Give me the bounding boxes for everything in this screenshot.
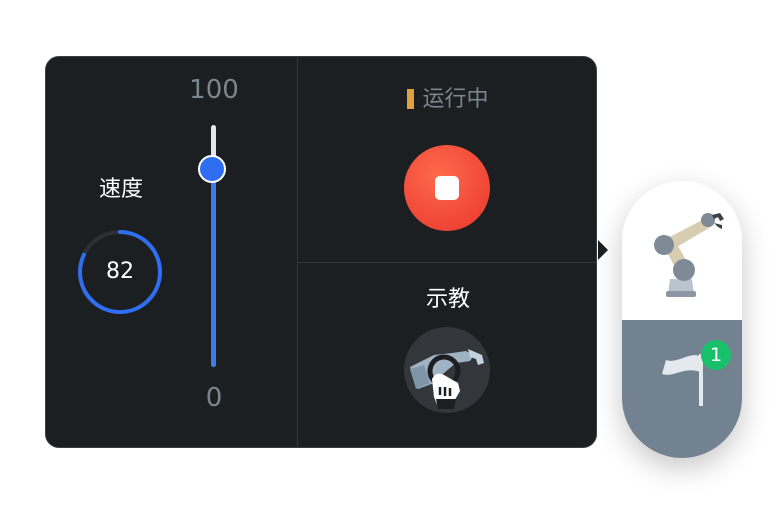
vertical-divider bbox=[297, 57, 298, 447]
speed-value: 82 bbox=[106, 259, 134, 284]
status-indicator bbox=[407, 89, 415, 109]
teach-button[interactable] bbox=[404, 327, 490, 413]
run-status: 运行中 bbox=[298, 81, 596, 113]
speed-label: 速度 bbox=[98, 177, 143, 202]
stage: 速度 82 100 0 运行中 示教 1 bbox=[0, 0, 781, 506]
panel-pointer bbox=[598, 240, 608, 260]
side-capsule bbox=[622, 181, 742, 458]
run-status-text: 运行中 bbox=[422, 87, 489, 112]
control-panel: 速度 82 100 0 运行中 示教 bbox=[45, 56, 597, 448]
flag-icon bbox=[662, 354, 703, 406]
speed-slider-fill bbox=[211, 168, 216, 367]
horizontal-divider bbox=[298, 262, 596, 263]
stop-icon bbox=[435, 176, 459, 200]
waypoint-count-badge: 1 bbox=[701, 340, 731, 370]
speed-slider-thumb[interactable] bbox=[198, 154, 226, 183]
robot-arm-icon bbox=[654, 213, 724, 297]
slider-min-label: 0 bbox=[205, 383, 223, 413]
stop-button[interactable] bbox=[404, 145, 490, 231]
waypoint-button[interactable] bbox=[622, 320, 742, 458]
teach-hand-robot-icon bbox=[410, 349, 484, 409]
slider-max-label: 100 bbox=[189, 75, 239, 105]
robot-button[interactable] bbox=[622, 181, 742, 320]
teach-label: 示教 bbox=[425, 287, 470, 312]
